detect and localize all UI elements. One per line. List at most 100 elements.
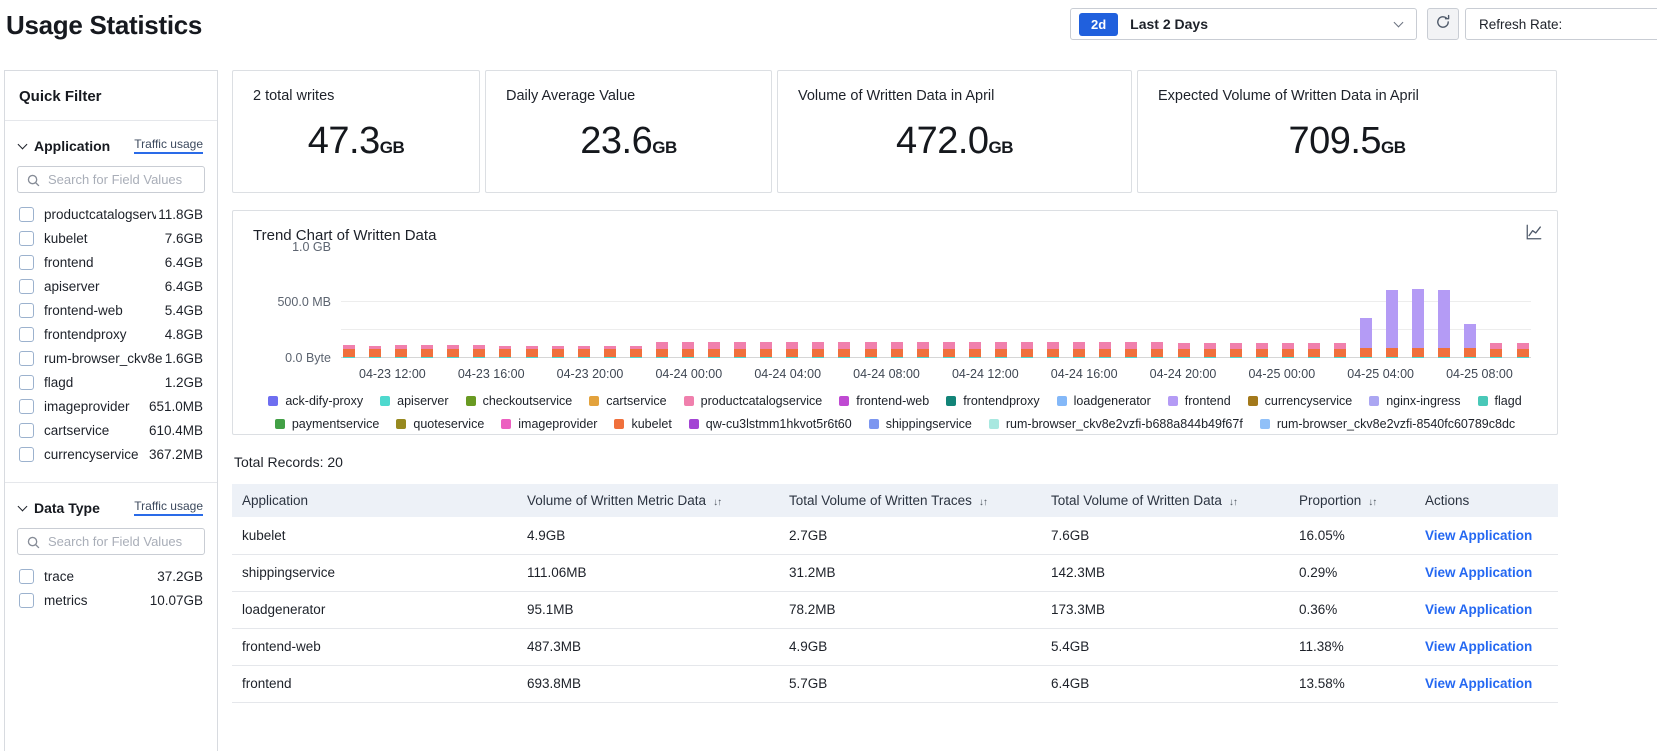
legend-item[interactable]: frontend-web [839, 394, 929, 408]
bar-04-23 18:00[interactable] [526, 346, 538, 358]
bar-04-24 23:00[interactable] [1282, 343, 1294, 358]
bar-04-24 12:00[interactable] [995, 342, 1007, 358]
bar-04-23 17:00[interactable] [499, 346, 511, 358]
traffic-usage-link[interactable]: Traffic usage [134, 499, 203, 516]
bar-04-24 19:00[interactable] [1178, 343, 1190, 358]
legend-item[interactable]: qw-cu3lstmm1hkvot5r6t60 [689, 417, 852, 431]
bar-04-24 11:00[interactable] [969, 342, 981, 358]
bar-04-25 02:00[interactable] [1360, 318, 1372, 358]
bar-04-25 00:00[interactable] [1308, 343, 1320, 358]
checkbox[interactable] [19, 375, 34, 390]
legend-item[interactable]: kubelet [614, 417, 671, 431]
bar-04-24 20:00[interactable] [1204, 343, 1216, 358]
bar-04-25 04:00[interactable] [1412, 289, 1424, 358]
legend-item[interactable]: apiserver [380, 394, 448, 408]
legend-item[interactable]: flagd [1478, 394, 1522, 408]
legend-item[interactable]: imageprovider [501, 417, 597, 431]
bar-04-24 05:00[interactable] [812, 342, 824, 358]
bar-04-23 15:00[interactable] [447, 345, 459, 358]
bar-04-23 20:00[interactable] [578, 346, 590, 358]
bar-04-24 17:00[interactable] [1125, 342, 1137, 358]
legend-item[interactable]: ack-dify-proxy [268, 394, 363, 408]
bar-04-23 13:00[interactable] [395, 345, 407, 358]
sort-icon[interactable]: ↓↑ [979, 497, 987, 508]
field-search-input[interactable] [18, 534, 204, 549]
cell-proportion: 16.05% [1289, 517, 1415, 554]
bar-04-25 08:00[interactable] [1517, 343, 1529, 358]
legend-item[interactable]: frontend [1168, 394, 1231, 408]
view-application-link[interactable]: View Application [1425, 639, 1532, 654]
legend-item[interactable]: currencyservice [1248, 394, 1353, 408]
traffic-usage-link[interactable]: Traffic usage [134, 137, 203, 154]
checkbox[interactable] [19, 593, 34, 608]
bar-04-24 08:00[interactable] [891, 342, 903, 358]
sort-icon[interactable]: ↓↑ [713, 497, 721, 508]
checkbox[interactable] [19, 279, 34, 294]
bar-04-24 22:00[interactable] [1256, 343, 1268, 358]
checkbox[interactable] [19, 303, 34, 318]
refresh-button[interactable] [1427, 8, 1459, 40]
bar-04-25 01:00[interactable] [1334, 343, 1346, 358]
view-application-link[interactable]: View Application [1425, 528, 1532, 543]
bar-04-24 09:00[interactable] [917, 342, 929, 358]
filter-item-name: imageprovider [44, 399, 147, 414]
checkbox[interactable] [19, 423, 34, 438]
legend-item[interactable]: quoteservice [396, 417, 484, 431]
legend-item[interactable]: rum-browser_ckv8e2vzfi-b688a844b49f67f [989, 417, 1243, 431]
bar-04-25 05:00[interactable] [1438, 290, 1450, 358]
bar-04-24 13:00[interactable] [1021, 342, 1033, 358]
bar-04-23 22:00[interactable] [630, 346, 642, 358]
legend-item[interactable]: paymentservice [275, 417, 380, 431]
checkbox[interactable] [19, 569, 34, 584]
legend-item[interactable]: shippingservice [869, 417, 972, 431]
checkbox[interactable] [19, 327, 34, 342]
legend-item[interactable]: rum-browser_ckv8e2vzfi-8540fc60789c8dc [1260, 417, 1515, 431]
bar-04-25 03:00[interactable] [1386, 290, 1398, 358]
field-search-input[interactable] [18, 172, 204, 187]
bar-04-24 00:00[interactable] [682, 342, 694, 358]
checkbox[interactable] [19, 255, 34, 270]
bar-04-24 01:00[interactable] [708, 342, 720, 358]
legend-item[interactable]: cartservice [589, 394, 666, 408]
chevron-down-icon[interactable] [18, 502, 28, 512]
legend-item[interactable]: nginx-ingress [1369, 394, 1460, 408]
sort-icon[interactable]: ↓↑ [1368, 497, 1376, 508]
sort-icon[interactable]: ↓↑ [1229, 497, 1237, 508]
checkbox[interactable] [19, 399, 34, 414]
bar-04-23 12:00[interactable] [369, 346, 381, 358]
bar-04-24 07:00[interactable] [865, 342, 877, 358]
checkbox[interactable] [19, 447, 34, 462]
refresh-rate-select[interactable]: Refresh Rate: [1465, 8, 1657, 40]
legend-item[interactable]: frontendproxy [946, 394, 1039, 408]
bar-04-24 03:00[interactable] [760, 342, 772, 358]
bar-04-24 21:00[interactable] [1230, 343, 1242, 358]
bar-04-24 04:00[interactable] [786, 342, 798, 358]
time-range-select[interactable]: 2d Last 2 Days [1070, 8, 1417, 40]
bar-04-24 06:00[interactable] [838, 342, 850, 358]
bar-04-24 18:00[interactable] [1151, 342, 1163, 358]
checkbox[interactable] [19, 207, 34, 222]
bar-04-24 16:00[interactable] [1099, 342, 1111, 358]
bar-04-23 21:00[interactable] [604, 346, 616, 358]
bar-04-23 11:00[interactable] [343, 345, 355, 358]
bar-04-24 14:00[interactable] [1047, 342, 1059, 358]
bar-04-23 14:00[interactable] [421, 345, 433, 358]
bar-04-23 19:00[interactable] [552, 346, 564, 358]
checkbox[interactable] [19, 351, 34, 366]
view-application-link[interactable]: View Application [1425, 676, 1532, 691]
bar-04-23 16:00[interactable] [473, 345, 485, 358]
chevron-down-icon[interactable] [18, 140, 28, 150]
legend-item[interactable]: checkoutservice [466, 394, 573, 408]
view-application-link[interactable]: View Application [1425, 602, 1532, 617]
bar-04-24 02:00[interactable] [734, 342, 746, 358]
legend-item[interactable]: productcatalogservice [684, 394, 823, 408]
legend-item[interactable]: loadgenerator [1057, 394, 1151, 408]
bar-04-24 10:00[interactable] [943, 342, 955, 358]
bar-04-25 06:00[interactable] [1464, 324, 1476, 358]
bar-04-25 07:00[interactable] [1490, 343, 1502, 358]
view-application-link[interactable]: View Application [1425, 565, 1532, 580]
checkbox[interactable] [19, 231, 34, 246]
chart-type-icon[interactable] [1525, 223, 1543, 246]
bar-04-24 15:00[interactable] [1073, 342, 1085, 358]
bar-04-23 23:00[interactable] [656, 342, 668, 358]
